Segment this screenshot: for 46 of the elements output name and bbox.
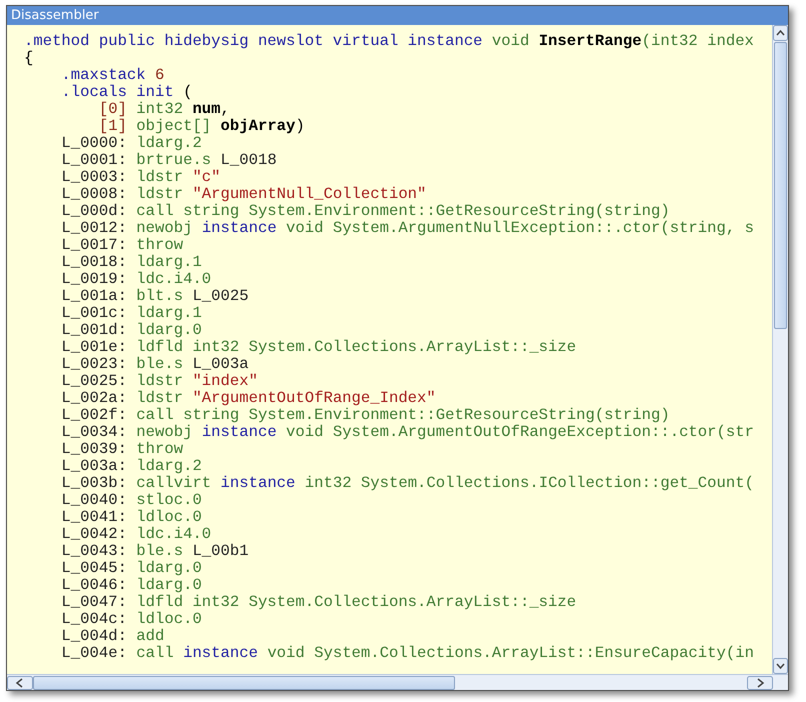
code-line: [1] object[] objArray) [98, 117, 305, 135]
code-line: L_0040: stloc.0 [60, 491, 202, 509]
code-line: L_0034: newobj instance void System.ArgumentOutOfRangeException::.ctor(str [60, 423, 754, 441]
code-line: .maxstack 6 [60, 66, 164, 84]
code-line: L_0025: ldstr "index" [60, 372, 258, 390]
code-line: L_004c: ldloc.0 [60, 610, 202, 628]
horizontal-scrollbar[interactable] [7, 674, 788, 690]
code-line: L_002f: call string System.Environment::GetResourceString(string) [60, 406, 670, 424]
code-line: L_0045: ldarg.0 [60, 559, 202, 577]
code-line: L_0012: newobj instance void System.ArgumentNullException::.ctor(string, s [60, 219, 754, 237]
code-line: .locals init ( [60, 83, 192, 101]
vertical-scrollbar[interactable] [772, 25, 788, 674]
scroll-thumb[interactable] [774, 42, 787, 329]
code-line: L_0042: ldc.i4.0 [60, 525, 212, 543]
scroll-thumb[interactable] [33, 676, 455, 690]
code-line: L_003a: ldarg.2 [60, 457, 202, 475]
code-line: L_0047: ldfld int32 System.Collections.ArrayList::_size [60, 593, 576, 611]
code-line: L_002a: ldstr "ArgumentOutOfRange_Index" [60, 389, 436, 407]
code-line: L_0001: brtrue.s L_0018 [60, 151, 277, 169]
code-line: L_0046: ldarg.0 [60, 576, 202, 594]
scroll-up-button[interactable] [773, 25, 788, 41]
code-line: .method public hidebysig newslot virtual instance void InsertRange(int32 index [24, 32, 754, 50]
code-line: L_0003: ldstr "c" [60, 168, 221, 186]
code-line: L_001d: ldarg.0 [60, 321, 202, 339]
code-line: L_0043: ble.s L_00b1 [60, 542, 249, 560]
code-line: L_0008: ldstr "ArgumentNull_Collection" [60, 185, 426, 203]
code-line: L_0017: throw [60, 236, 184, 254]
code-line: L_001a: blt.s L_0025 [60, 287, 249, 305]
code-line: L_001c: ldarg.1 [60, 304, 202, 322]
code-line: { [24, 49, 34, 67]
code-line: L_0039: throw [60, 440, 184, 458]
scroll-left-button[interactable] [7, 676, 33, 690]
code-line: [0] int32 num, [98, 100, 230, 118]
code-line: L_004d: add [60, 627, 164, 645]
code-line: L_0019: ldc.i4.0 [60, 270, 212, 288]
code-line: L_0041: ldloc.0 [60, 508, 202, 526]
code-line: L_004e: call instance void System.Collections.ArrayList::EnsureCapacity(in [60, 644, 754, 662]
scroll-down-button[interactable] [773, 658, 788, 674]
code-line: L_0000: ldarg.2 [60, 134, 202, 152]
code-line: L_000d: call string System.Environment::GetResourceString(string) [60, 202, 670, 220]
scroll-right-button[interactable] [747, 676, 773, 690]
code-line: L_0023: ble.s L_003a [60, 355, 249, 373]
code-line: L_001e: ldfld int32 System.Collections.ArrayList::_size [60, 338, 576, 356]
code-line: L_0018: ldarg.1 [60, 253, 202, 271]
window-title: Disassembler [11, 8, 99, 23]
code-line: L_003b: callvirt instance int32 System.Collections.ICollection::get_Count( [60, 474, 754, 492]
